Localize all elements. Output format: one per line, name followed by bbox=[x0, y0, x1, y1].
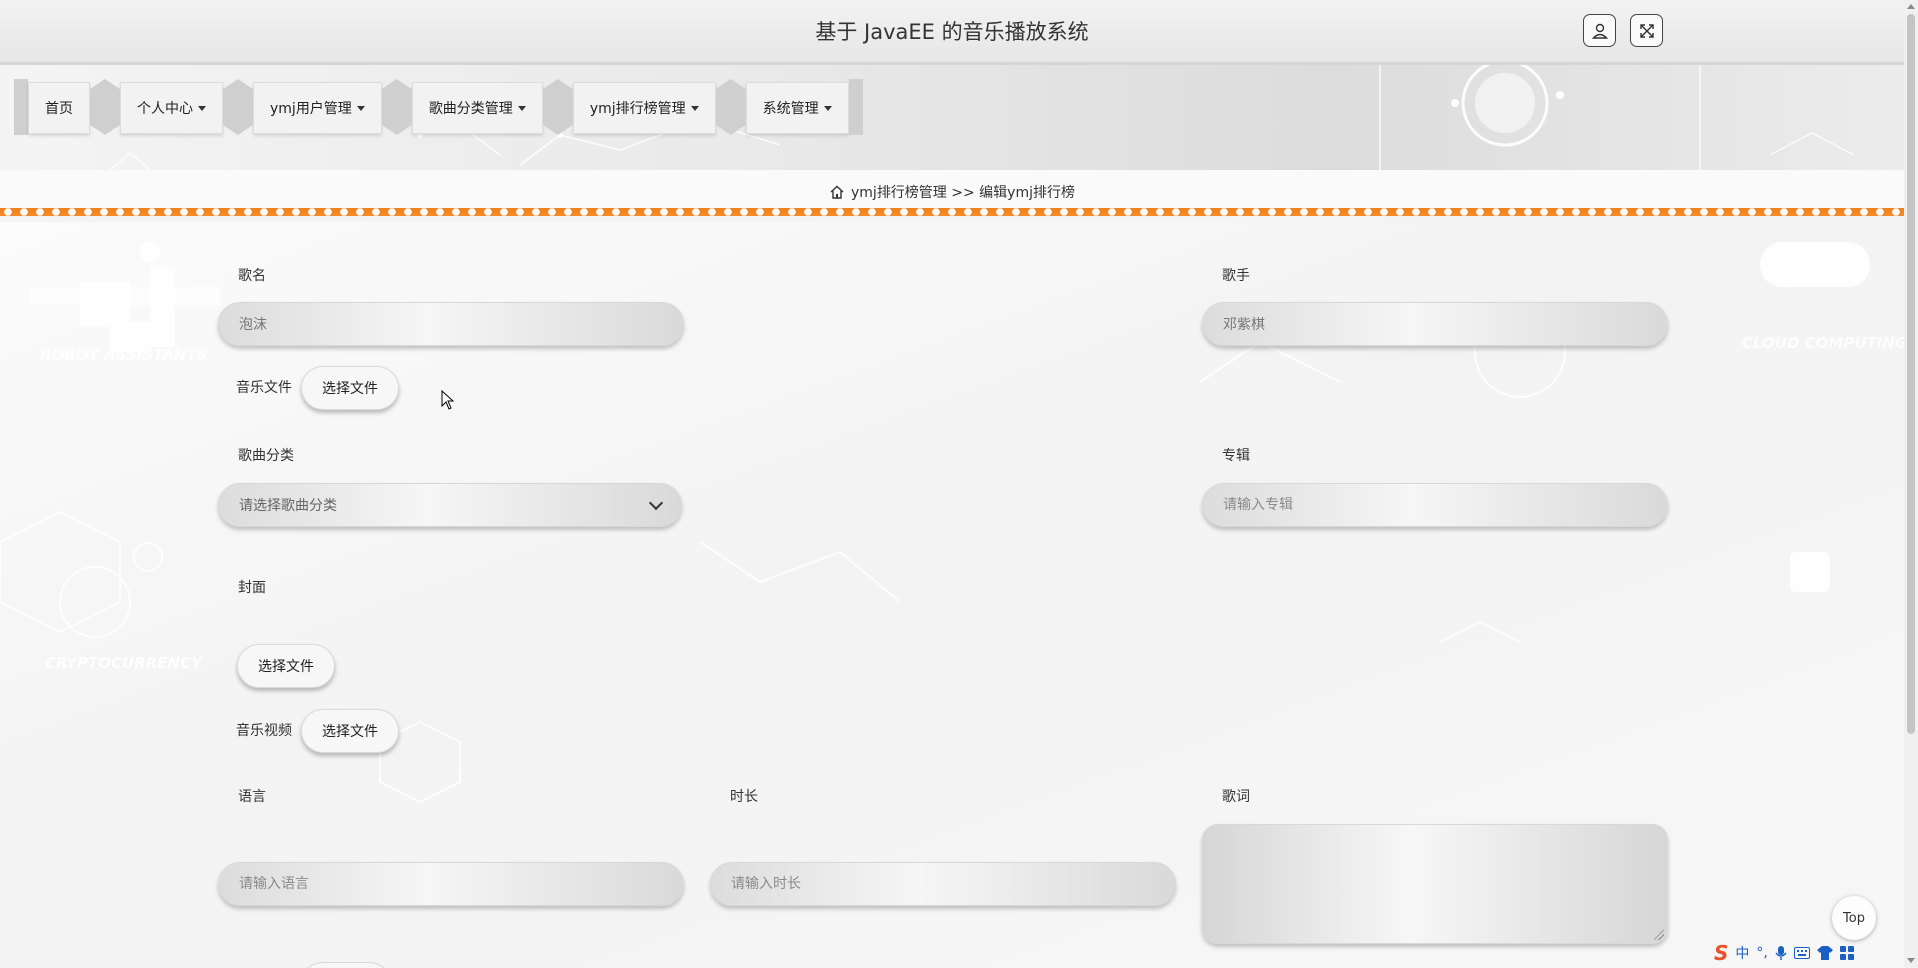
chevron-down-icon bbox=[648, 495, 664, 511]
nav-item-system-management[interactable]: 系统管理 bbox=[745, 82, 849, 134]
scroll-down-arrow-icon[interactable] bbox=[1907, 958, 1915, 963]
lyrics-label: 歌词 bbox=[1222, 789, 1250, 805]
language-label: 语言 bbox=[238, 789, 266, 805]
caret-down-icon bbox=[823, 105, 832, 111]
nav-cap-right bbox=[848, 79, 863, 135]
song-name-input[interactable] bbox=[218, 302, 684, 346]
duration-input[interactable] bbox=[710, 862, 1176, 906]
nav-band: 首页 个人中心 ymj用户管理 歌曲分类管理 ymj排行榜管理 系统管理 bbox=[0, 65, 1904, 170]
music-file-label: 音乐文件 bbox=[236, 380, 292, 396]
nav-item-user-management[interactable]: ymj用户管理 bbox=[253, 82, 382, 134]
svg-text:ROBOT ASSISTANTS: ROBOT ASSISTANTS bbox=[40, 346, 207, 364]
svg-text:CLOUD COMPUTING: CLOUD COMPUTING bbox=[1742, 334, 1904, 352]
user-button[interactable] bbox=[1583, 14, 1616, 47]
user-icon bbox=[1591, 23, 1608, 39]
music-video-choose-button[interactable]: 选择文件 bbox=[301, 709, 399, 753]
caret-down-icon bbox=[198, 105, 206, 111]
singer-label: 歌手 bbox=[1222, 268, 1250, 284]
nav-item-home[interactable]: 首页 bbox=[28, 82, 90, 134]
album-label: 专辑 bbox=[1222, 448, 1250, 464]
music-file-choose-button[interactable]: 选择文件 bbox=[301, 366, 399, 410]
scroll-up-arrow-icon[interactable] bbox=[1907, 4, 1915, 9]
mic-icon[interactable] bbox=[1775, 945, 1787, 961]
grid-icon[interactable] bbox=[1839, 946, 1854, 960]
category-selected-value: 请选择歌曲分类 bbox=[239, 498, 337, 514]
music-video-label: 音乐视频 bbox=[236, 723, 292, 739]
caret-down-icon bbox=[517, 105, 526, 111]
nav-separator bbox=[542, 79, 573, 135]
page-scrollbar[interactable] bbox=[1904, 0, 1918, 968]
nav-item-category-management[interactable]: 歌曲分类管理 bbox=[411, 82, 543, 134]
lyrics-textarea[interactable] bbox=[1202, 824, 1668, 944]
nav-item-ranking-management[interactable]: ymj排行榜管理 bbox=[572, 82, 716, 134]
back-to-top-button[interactable]: Top bbox=[1832, 896, 1876, 940]
header-bar: 基于 JavaEE 的音乐播放系统 bbox=[0, 0, 1904, 65]
nav-cap-left bbox=[14, 79, 28, 135]
breadcrumb-text: ymj排行榜管理 >> 编辑ymj排行榜 bbox=[851, 185, 1075, 201]
keyboard-icon[interactable] bbox=[1793, 947, 1810, 959]
category-label: 歌曲分类 bbox=[238, 448, 294, 464]
app-title: 基于 JavaEE 的音乐播放系统 bbox=[815, 20, 1089, 44]
decorative-scallop-border bbox=[0, 208, 1904, 222]
language-input[interactable] bbox=[218, 862, 684, 906]
cover-label: 封面 bbox=[238, 580, 266, 596]
mouse-cursor-icon bbox=[441, 390, 455, 410]
resize-grip-icon[interactable] bbox=[1654, 930, 1664, 940]
sogou-icon[interactable]: S bbox=[1714, 941, 1728, 965]
nav-item-personal-center[interactable]: 个人中心 bbox=[120, 82, 223, 134]
caret-down-icon bbox=[356, 105, 365, 111]
next-choose-button-partial[interactable] bbox=[301, 962, 391, 968]
nav-separator bbox=[381, 79, 412, 135]
ime-language-toggle[interactable]: 中 bbox=[1735, 943, 1749, 963]
main-nav: 首页 个人中心 ymj用户管理 歌曲分类管理 ymj排行榜管理 系统管理 bbox=[14, 79, 863, 135]
fullscreen-button[interactable] bbox=[1630, 14, 1663, 47]
home-icon bbox=[830, 185, 844, 199]
singer-input[interactable] bbox=[1202, 302, 1668, 346]
song-name-label: 歌名 bbox=[238, 268, 266, 284]
caret-down-icon bbox=[690, 105, 699, 111]
skin-icon[interactable] bbox=[1816, 946, 1833, 960]
nav-separator bbox=[223, 79, 253, 135]
fullscreen-icon bbox=[1639, 23, 1654, 38]
nav-separator bbox=[715, 79, 746, 135]
svg-text:CRYPTOCURRENCY: CRYPTOCURRENCY bbox=[45, 654, 204, 672]
duration-label: 时长 bbox=[730, 789, 758, 805]
punctuation-icon[interactable]: °, bbox=[1756, 945, 1767, 961]
nav-separator bbox=[90, 79, 120, 135]
ime-toolbar: S 中 °, bbox=[1714, 940, 1854, 966]
edit-form: ROBOT ASSISTANTS CLOUD COMPUTING CRYPTOC… bbox=[0, 222, 1904, 968]
scrollbar-thumb[interactable] bbox=[1907, 14, 1915, 734]
cover-choose-button[interactable]: 选择文件 bbox=[237, 644, 335, 688]
category-select[interactable]: 请选择歌曲分类 bbox=[218, 483, 682, 527]
album-input[interactable] bbox=[1202, 483, 1668, 527]
